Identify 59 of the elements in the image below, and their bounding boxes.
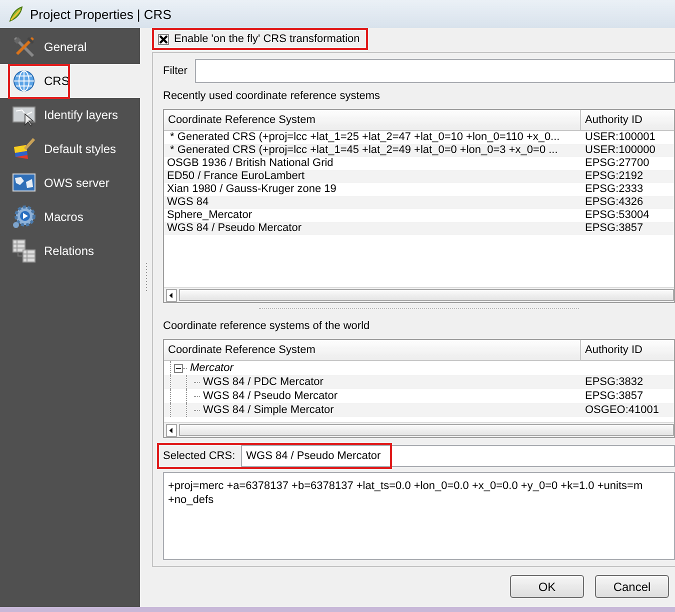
table-cell-text: WGS 84 bbox=[166, 196, 210, 209]
filter-label: Filter bbox=[163, 65, 188, 77]
leaf-icon bbox=[8, 6, 24, 22]
globe-icon bbox=[12, 69, 36, 93]
table-cell-text: OSGB 1936 / British National Grid bbox=[166, 157, 334, 170]
table-cell-text: ED50 / France EuroLambert bbox=[166, 170, 306, 183]
table-cell-text: Xian 1980 / Gauss-Kruger zone 19 bbox=[166, 183, 338, 196]
gear-icon bbox=[12, 205, 36, 229]
table-cell-text: EPSG:4326 bbox=[584, 196, 644, 209]
transform-checkbox[interactable]: Enable 'on the fly' CRS transformation bbox=[158, 33, 360, 45]
tree-group[interactable]: Mercator bbox=[190, 362, 234, 374]
section-title: Coordinate reference systems of the world bbox=[163, 320, 371, 332]
table-cell: WGS 84 / Simple Mercator bbox=[203, 404, 334, 416]
table-cell-text: EPSG:2192 bbox=[584, 170, 644, 183]
sidebar-item[interactable]: Relations bbox=[0, 234, 140, 268]
table-cell-text: EPSG:2333 bbox=[584, 183, 644, 196]
horizontal-scrollbar[interactable] bbox=[164, 287, 674, 302]
proj-text-area[interactable]: +proj=merc +a=6378137 +b=6378137 +lat_ts=0.0 +lon_0=0.0 +x_0=0.0 +y_0=0 +k=1.0 +units=m +no_defs bbox=[163, 472, 675, 560]
column-header[interactable]: Authority ID bbox=[581, 340, 674, 360]
sidebar-item[interactable]: CRS bbox=[0, 64, 140, 98]
table-cell-text: EPSG:3857 bbox=[584, 390, 644, 402]
table-icon bbox=[12, 239, 36, 263]
collapse-icon[interactable] bbox=[174, 364, 183, 372]
table-cell-text: OSGEO:41001 bbox=[584, 404, 660, 416]
cross-icon bbox=[159, 34, 168, 44]
sidebar-item[interactable]: Macros bbox=[0, 200, 140, 234]
table-cell-text: * Generated CRS (+proj=lcc +lat_1=45 +lat_2=49 +lat_0=0 +lon_0=3 +x_0=0 ... bbox=[169, 144, 559, 157]
sidebar-item[interactable]: Default styles bbox=[0, 132, 140, 166]
scroll-thumb[interactable] bbox=[178, 289, 674, 301]
horizontal-scrollbar[interactable] bbox=[164, 422, 674, 437]
table-cell-text: USER:100001 bbox=[584, 131, 656, 144]
selected-crs-label: Selected CRS: bbox=[163, 450, 236, 462]
table-cell-text: * Generated CRS (+proj=lcc +lat_1=25 +lat_2=47 +lat_0=10 +lon_0=110 +x_0... bbox=[169, 131, 561, 144]
table-cell-text: EPSG:3832 bbox=[584, 376, 644, 388]
column-header[interactable]: Coordinate Reference System bbox=[164, 110, 581, 130]
table-cell: WGS 84 / Pseudo Mercator bbox=[203, 390, 338, 402]
sidebar-item[interactable]: Identify layers bbox=[0, 98, 140, 132]
section-title: Recently used coordinate reference systems bbox=[163, 90, 382, 102]
selected-crs-field[interactable]: WGS 84 / Pseudo Mercator bbox=[241, 445, 675, 467]
scroll-thumb[interactable] bbox=[178, 424, 674, 436]
dialog-button[interactable]: OK bbox=[510, 575, 584, 598]
dialog-button[interactable]: Cancel bbox=[595, 575, 669, 598]
filter-field[interactable] bbox=[195, 59, 675, 83]
table-cell-text: EPSG:53004 bbox=[584, 209, 650, 222]
table-cell-text: WGS 84 / Pseudo Mercator bbox=[166, 222, 302, 235]
tools-icon bbox=[12, 35, 36, 59]
sidebar-item[interactable]: OWS server bbox=[0, 166, 140, 200]
column-header[interactable]: Authority ID bbox=[581, 110, 674, 130]
table-cell: WGS 84 / PDC Mercator bbox=[203, 376, 324, 388]
column-header[interactable]: Coordinate Reference System bbox=[164, 340, 581, 360]
table-cell-text: Sphere_Mercator bbox=[166, 209, 253, 222]
paintbrush-icon bbox=[12, 137, 36, 161]
proj-string: +proj=merc +a=6378137 +b=6378137 +lat_ts=0.0 +lon_0=0.0 +x_0=0.0 +y_0=0 +k=1.0 +units=m +no_defs bbox=[168, 479, 644, 507]
sidebar-item[interactable]: General bbox=[0, 30, 140, 64]
splitter-grip bbox=[144, 262, 148, 292]
window-title: Project Properties | CRS bbox=[30, 6, 172, 22]
table-cell-text: USER:100000 bbox=[584, 144, 656, 157]
table-cell-text: EPSG:3857 bbox=[584, 222, 644, 235]
table-cell-text: EPSG:27700 bbox=[584, 157, 650, 170]
